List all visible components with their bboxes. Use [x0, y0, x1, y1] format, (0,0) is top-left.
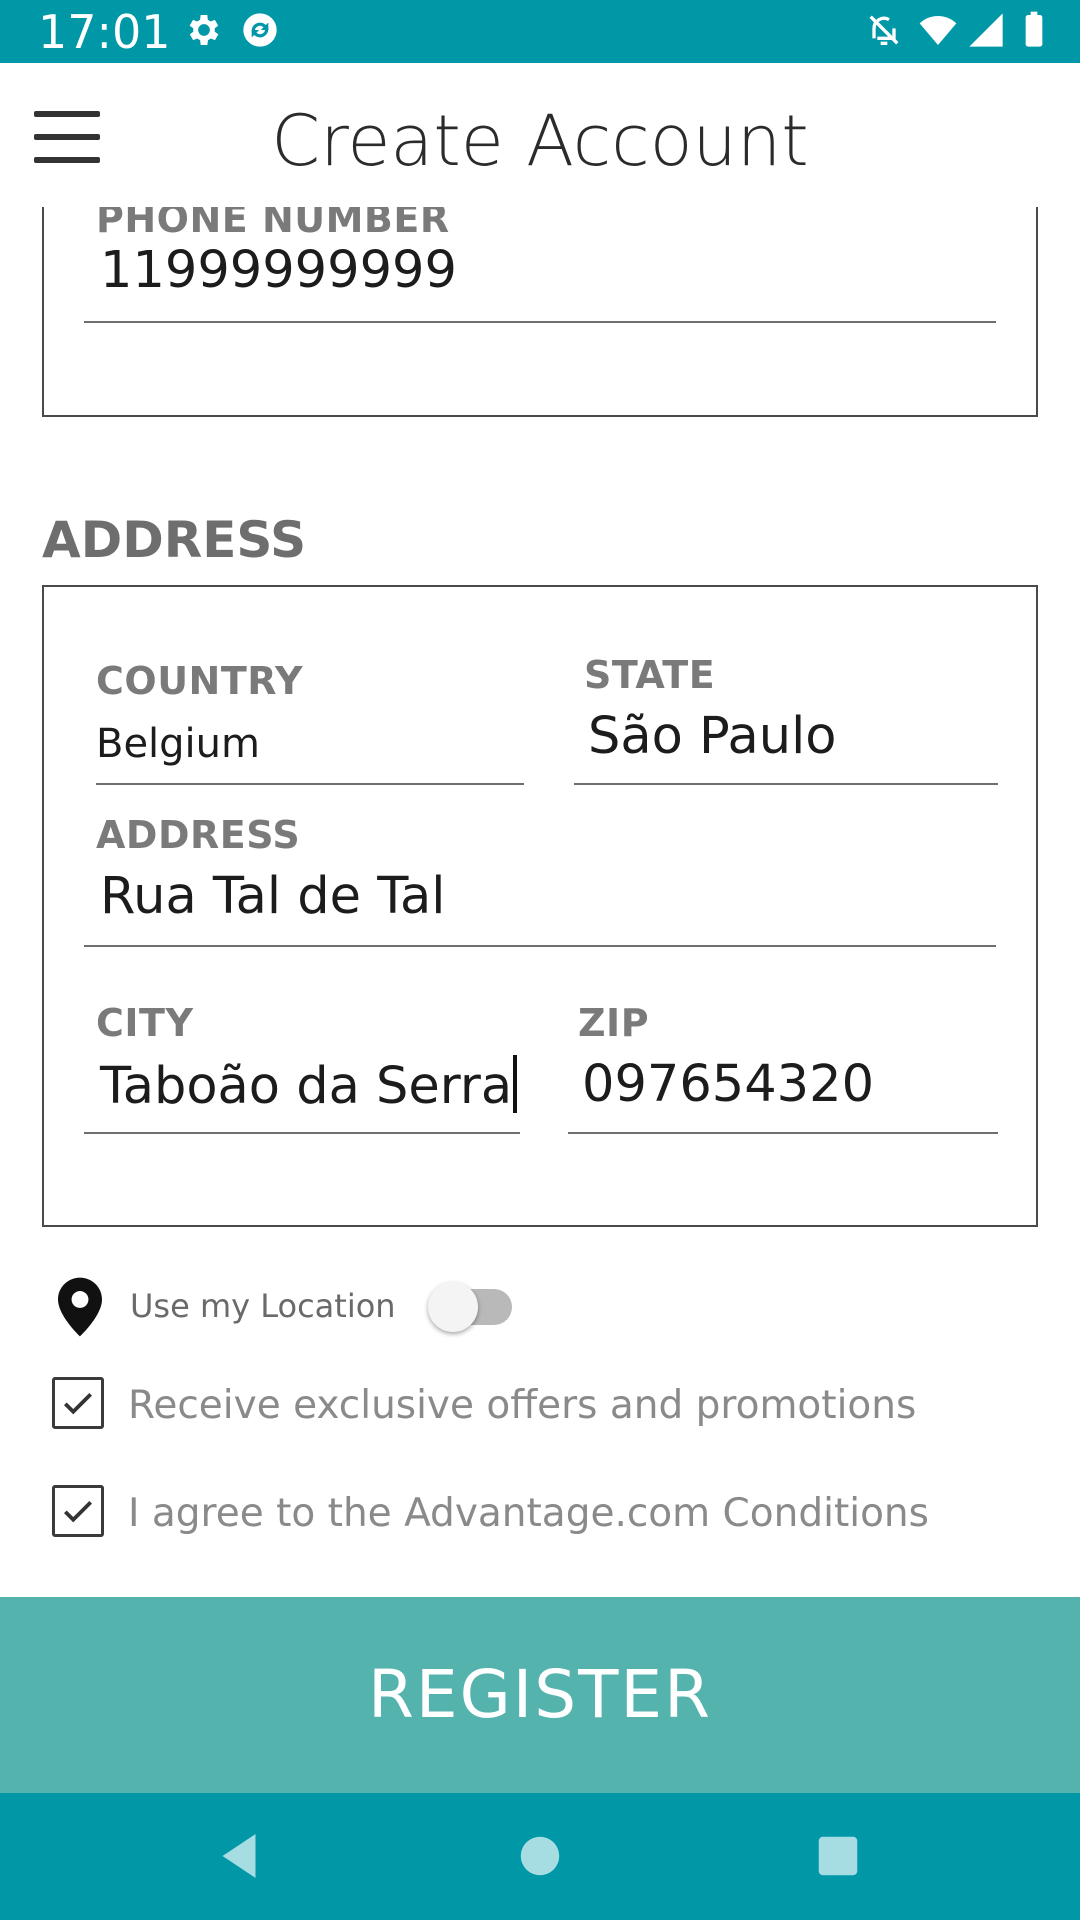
country-label: COUNTRY	[96, 659, 303, 703]
conditions-label: I agree to the Advantage.com Conditions	[128, 1491, 929, 1536]
home-icon[interactable]	[507, 1823, 573, 1889]
checkmark-icon	[63, 1500, 93, 1523]
phone-number-underline	[84, 321, 996, 323]
text-cursor	[513, 1055, 518, 1113]
conditions-row: I agree to the Advantage.com Conditions	[0, 1475, 1080, 1555]
checkmark-icon	[63, 1392, 93, 1415]
app-bar: Create Account	[0, 63, 1080, 207]
address-section-title: ADDRESS	[42, 511, 307, 569]
city-field[interactable]: Taboão da Serra	[100, 1055, 518, 1116]
address-label: ADDRESS	[96, 813, 301, 857]
phone-number-field[interactable]: 11999999999	[100, 241, 457, 300]
contact-details-box: PHONE NUMBER 11999999999	[42, 207, 1038, 417]
notifications-off-icon	[869, 15, 899, 45]
zip-field[interactable]: 097654320	[582, 1055, 874, 1114]
navigation-bar	[0, 1793, 1080, 1920]
state-field[interactable]: São Paulo	[588, 707, 836, 766]
address-box: COUNTRY Belgium STATE São Paulo ADDRESS …	[42, 585, 1038, 1227]
register-button[interactable]: REGISTER	[0, 1597, 1080, 1793]
use-location-toggle-thumb[interactable]	[428, 1282, 478, 1332]
address-field[interactable]: Rua Tal de Tal	[100, 867, 445, 926]
city-label: CITY	[96, 1001, 194, 1045]
state-label: STATE	[584, 653, 716, 697]
battery-icon	[1025, 11, 1043, 47]
phone-number-label: PHONE NUMBER	[96, 207, 450, 241]
offers-checkbox[interactable]	[52, 1377, 104, 1429]
gear-icon	[189, 15, 219, 45]
offers-row: Receive exclusive offers and promotions	[0, 1367, 1080, 1447]
zip-underline	[568, 1132, 998, 1134]
page-title: Create Account	[271, 100, 809, 182]
city-value: Taboão da Serra	[100, 1057, 513, 1116]
offers-label: Receive exclusive offers and promotions	[128, 1383, 917, 1428]
recents-icon[interactable]	[805, 1823, 871, 1889]
state-underline	[574, 783, 998, 785]
country-select[interactable]: Belgium	[96, 721, 260, 767]
sync-app-icon	[243, 13, 277, 47]
wifi-icon	[919, 16, 957, 45]
address-underline	[84, 945, 996, 947]
form-scroll-area[interactable]: PHONE NUMBER 11999999999 ADDRESS COUNTRY…	[0, 207, 1080, 1597]
country-underline	[96, 783, 524, 785]
location-pin-icon	[58, 1277, 102, 1337]
conditions-checkbox[interactable]	[52, 1485, 104, 1537]
use-location-label: Use my Location	[130, 1287, 396, 1325]
back-icon[interactable]	[206, 1823, 272, 1889]
status-time: 17:01	[38, 5, 171, 59]
zip-label: ZIP	[578, 1001, 650, 1045]
use-location-row: Use my Location	[0, 1267, 1080, 1347]
signal-icon	[969, 13, 1003, 47]
status-bar: 17:01	[0, 0, 1080, 63]
city-underline	[84, 1132, 520, 1134]
